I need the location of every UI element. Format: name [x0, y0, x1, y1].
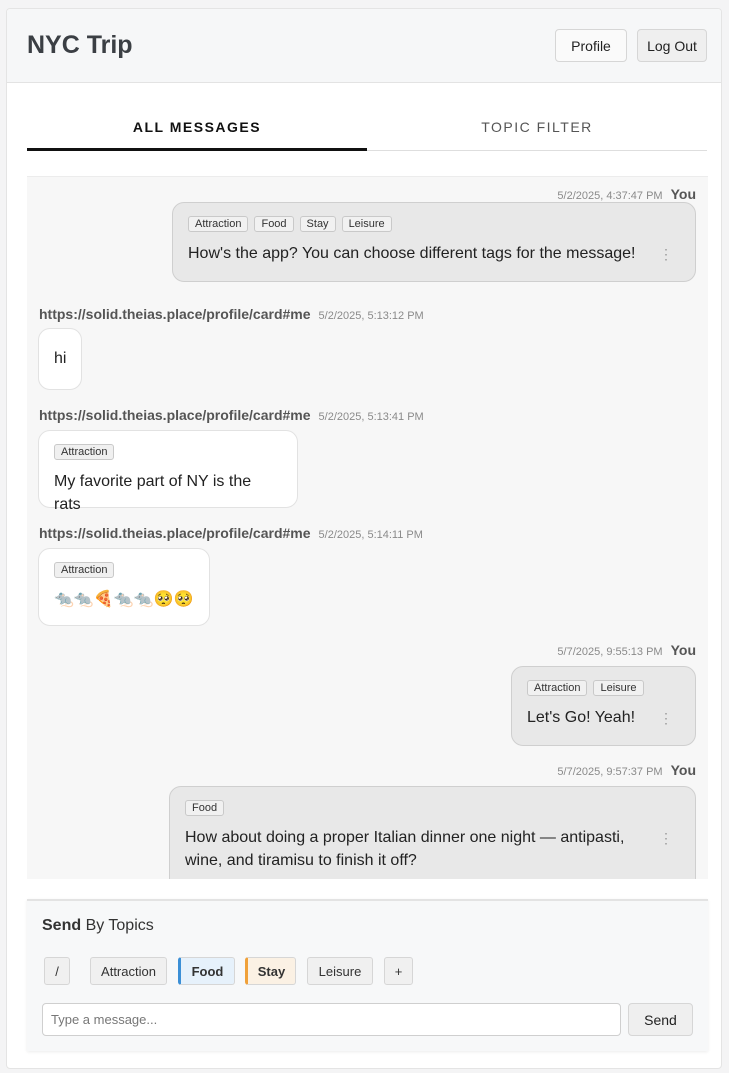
message-sender: You — [670, 762, 696, 778]
message-text: hi — [54, 350, 67, 367]
message-bubble[interactable]: Attraction Food Stay Leisure How's the a… — [172, 202, 696, 282]
message-timestamp: 5/2/2025, 5:13:41 PM — [318, 411, 424, 423]
message-tags: Food — [185, 800, 635, 816]
message-input[interactable] — [42, 1003, 621, 1036]
tab-topic-filter[interactable]: TOPIC FILTER — [367, 113, 707, 151]
message-bubble[interactable]: Attraction Leisure Let's Go! Yeah! ⋮ — [511, 666, 696, 746]
message-text: How's the app? You can choose different … — [188, 245, 636, 262]
message-sender: You — [670, 642, 696, 658]
message-timestamp: 5/7/2025, 9:57:37 PM — [557, 766, 663, 778]
message-tag: Food — [254, 216, 294, 232]
message-tags: Attraction — [54, 562, 194, 578]
message-tags: Attraction — [54, 444, 282, 460]
message-meta: 5/7/2025, 9:57:37 PM You — [557, 762, 696, 778]
kebab-icon[interactable]: ⋮ — [659, 247, 673, 261]
topic-button-food[interactable]: Food — [178, 957, 235, 985]
message-text: 🐀🐀🍕🐀🐀🥺🥺 — [54, 591, 194, 608]
message-bubble[interactable]: Attraction My favorite part of NY is the… — [38, 430, 298, 513]
message-meta: https://solid.theias.place/profile/card#… — [39, 306, 424, 322]
message-text: Let's Go! Yeah! — [527, 709, 636, 726]
message-timestamp: 5/2/2025, 5:13:12 PM — [318, 310, 424, 322]
message-timestamp: 5/2/2025, 5:14:11 PM — [318, 529, 423, 541]
compose-label: Send By Topics — [42, 917, 154, 935]
message-sender: https://solid.theias.place/profile/card#… — [39, 407, 311, 423]
message-meta: 5/2/2025, 4:37:47 PM You — [557, 186, 696, 202]
message-meta: 5/7/2025, 9:55:13 PM You — [557, 642, 696, 658]
message-tag: Attraction — [527, 680, 588, 696]
message-sender: You — [670, 186, 696, 202]
kebab-icon[interactable]: ⋮ — [659, 711, 673, 725]
compose-label-rest: By Topics — [85, 917, 154, 934]
topic-button-slash[interactable]: / — [44, 957, 70, 985]
profile-button[interactable]: Profile — [555, 29, 627, 62]
message-list[interactable]: 5/2/2025, 4:37:47 PM You Attraction Food… — [27, 176, 708, 879]
message-timestamp: 5/2/2025, 4:37:47 PM — [557, 190, 663, 202]
message-tag: Food — [185, 800, 225, 816]
message-meta: https://solid.theias.place/profile/card#… — [39, 407, 424, 423]
message-bubble[interactable]: Food How about doing a proper Italian di… — [169, 786, 696, 879]
message-bubble[interactable]: hi — [38, 328, 82, 390]
tab-all-messages[interactable]: ALL MESSAGES — [27, 113, 367, 151]
topic-button-leisure[interactable]: Leisure — [307, 957, 373, 985]
kebab-icon[interactable]: ⋮ — [659, 831, 673, 845]
header: NYC Trip Profile Log Out — [7, 9, 721, 83]
message-meta: https://solid.theias.place/profile/card#… — [39, 525, 423, 541]
compose-panel: Send By Topics / Attraction Food Stay Le… — [27, 899, 708, 1051]
message-bubble[interactable]: Attraction 🐀🐀🍕🐀🐀🥺🥺 — [38, 548, 210, 626]
message-tag: Attraction — [188, 216, 249, 232]
message-tag: Stay — [299, 216, 336, 232]
message-tag: Leisure — [341, 216, 392, 232]
compose-label-bold: Send — [42, 917, 82, 934]
message-tags: Attraction Food Stay Leisure — [188, 216, 680, 232]
send-button[interactable]: Send — [628, 1003, 693, 1036]
message-timestamp: 5/7/2025, 9:55:13 PM — [557, 646, 663, 658]
topic-button-attraction[interactable]: Attraction — [90, 957, 167, 985]
message-tags: Attraction Leisure — [527, 680, 680, 696]
message-tag: Attraction — [54, 444, 115, 460]
message-tag: Attraction — [54, 562, 115, 578]
message-sender: https://solid.theias.place/profile/card#… — [39, 306, 311, 322]
message-tag: Leisure — [593, 680, 644, 696]
logout-button[interactable]: Log Out — [637, 29, 707, 62]
message-text: My favorite part of NY is the rats — [54, 473, 252, 513]
page-title: NYC Trip — [27, 31, 133, 59]
message-text: How about doing a proper Italian dinner … — [185, 829, 625, 869]
tab-bar: ALL MESSAGES TOPIC FILTER — [27, 113, 707, 151]
add-topic-button[interactable]: + — [384, 957, 413, 985]
app-window: NYC Trip Profile Log Out ALL MESSAGES TO… — [6, 8, 722, 1069]
message-sender: https://solid.theias.place/profile/card#… — [39, 525, 311, 541]
topic-button-stay[interactable]: Stay — [245, 957, 296, 985]
